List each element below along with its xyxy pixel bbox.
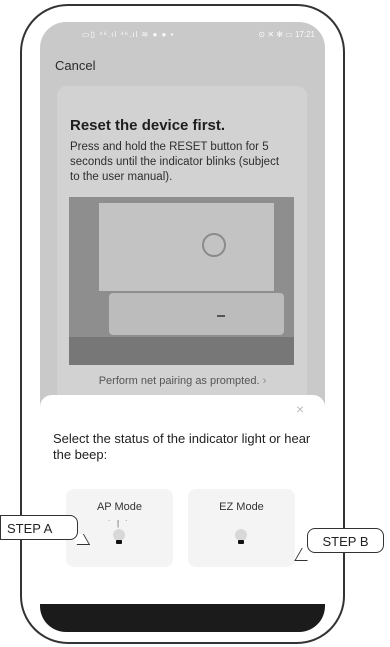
- status-bar: ▭▯ ⁴⁶.ıl ⁴⁶.ıl ≋ ● ● ▪ ⊙ ✕ ✻ ▭ 17:21: [40, 22, 325, 48]
- indicator-light: [217, 315, 225, 317]
- ap-mode-option[interactable]: AP Mode ˙ | ˙: [66, 489, 173, 567]
- blinking-bulb-icon: [113, 529, 125, 544]
- reset-title: Reset the device first.: [70, 117, 226, 134]
- net-pairing-label: Perform net pairing as prompted.: [98, 375, 260, 387]
- cancel-button[interactable]: Cancel: [55, 58, 95, 73]
- chevron-right-icon: ›: [262, 375, 267, 387]
- step-a-callout: STEP A: [0, 515, 78, 540]
- device-top-unit: [99, 203, 274, 291]
- ez-mode-option[interactable]: EZ Mode: [188, 489, 295, 567]
- ap-mode-label: AP Mode: [96, 501, 143, 513]
- bulb-icon: [235, 529, 247, 544]
- status-icons-left: ▭▯ ⁴⁶.ıl ⁴⁶.ıl ≋ ● ● ▪: [82, 30, 175, 39]
- net-pairing-link[interactable]: Perform net pairing as prompted. ›: [40, 375, 325, 387]
- photo-floor: [69, 337, 294, 365]
- status-icons-right-glyphs: ⊙ ✕ ✻ ▭: [258, 30, 293, 39]
- blinking-rays-icon: ˙ | ˙: [108, 519, 130, 528]
- device-base: [109, 293, 284, 335]
- device-photo: [69, 197, 294, 365]
- sheet-title: Select the status of the indicator light…: [53, 431, 311, 462]
- bottom-navigation-bar: [40, 604, 325, 632]
- close-icon[interactable]: ×: [296, 401, 304, 417]
- reset-description: Press and hold the RESET button for 5 se…: [70, 141, 280, 183]
- ez-mode-label: EZ Mode: [219, 501, 264, 513]
- status-icons-right: ⊙ ✕ ✻ ▭ 17:21: [258, 30, 315, 39]
- mode-selection-sheet: × Select the status of the indicator lig…: [40, 395, 325, 632]
- step-b-callout: STEP B: [307, 528, 384, 553]
- status-time: 17:21: [294, 30, 315, 39]
- power-icon: [202, 233, 226, 257]
